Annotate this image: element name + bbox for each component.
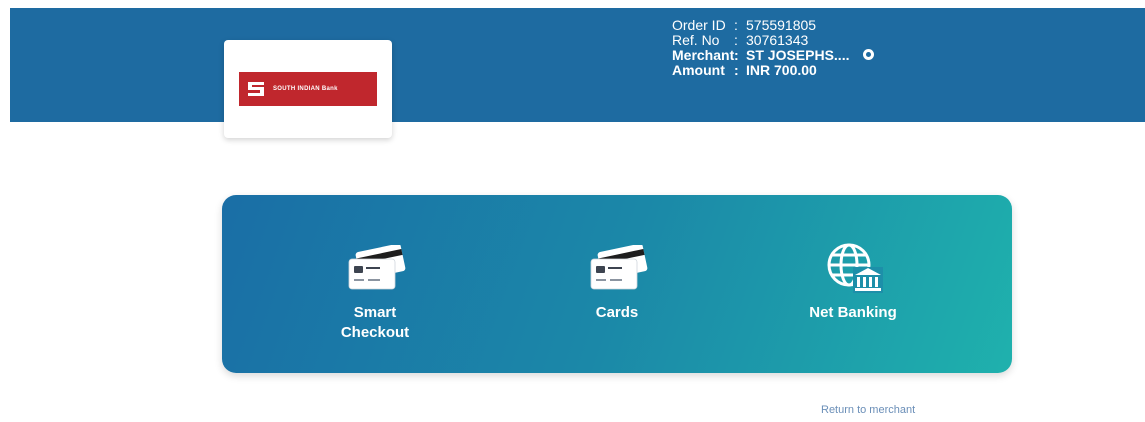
- bank-logo-mark-icon: [248, 82, 264, 96]
- bank-logo-card: SOUTH INDIAN Bank: [224, 40, 392, 138]
- ref-no-row: Ref. No : 30761343: [672, 33, 874, 48]
- order-info: Order ID : 575591805 Ref. No : 30761343 …: [672, 18, 875, 78]
- bank-logo-text: SOUTH INDIAN Bank: [273, 85, 338, 92]
- merchant-info-icon[interactable]: [863, 49, 875, 60]
- payment-methods-panel: Smart Checkout Cards Net Banking: [222, 195, 1012, 373]
- payment-method-smart-checkout[interactable]: Smart Checkout: [300, 195, 450, 373]
- smart-checkout-label: Smart Checkout: [300, 303, 450, 343]
- merchant-value: ST JOSEPHS....: [746, 47, 850, 63]
- return-to-merchant-link[interactable]: Return to merchant: [821, 404, 915, 416]
- merchant-separator: :: [734, 47, 739, 63]
- amount-separator: :: [734, 62, 739, 78]
- merchant-label: Merchant: [672, 47, 735, 63]
- amount-value: INR 700.00: [746, 62, 817, 78]
- smart-checkout-label-line2: Checkout: [340, 324, 410, 341]
- bank-logo: SOUTH INDIAN Bank: [239, 72, 377, 106]
- order-id-row: Order ID : 575591805: [672, 18, 874, 33]
- payment-method-net-banking[interactable]: Net Banking: [778, 195, 928, 373]
- merchant-row: Merchant : ST JOSEPHS....: [672, 47, 875, 63]
- amount-label: Amount: [672, 62, 725, 78]
- payment-method-cards[interactable]: Cards: [542, 195, 692, 373]
- header-bar: [10, 8, 1145, 122]
- net-banking-label-line1: Net Banking: [809, 304, 897, 321]
- ref-no-separator: :: [734, 32, 738, 48]
- order-id-label: Order ID: [672, 17, 726, 33]
- net-banking-label: Net Banking: [778, 303, 928, 323]
- smart-checkout-label-line1: Smart: [353, 304, 397, 321]
- card-icon: [348, 245, 406, 290]
- globe-bank-icon: [827, 243, 883, 293]
- ref-no-value: 30761343: [746, 32, 809, 48]
- amount-row: Amount : INR 700.00: [672, 63, 874, 78]
- cards-label: Cards: [542, 303, 692, 323]
- card-icon: [590, 245, 648, 290]
- cards-label-line1: Cards: [595, 304, 639, 321]
- order-id-value: 575591805: [746, 17, 817, 33]
- order-id-separator: :: [734, 17, 738, 33]
- top-strip: [0, 0, 1145, 8]
- ref-no-label: Ref. No: [672, 32, 720, 48]
